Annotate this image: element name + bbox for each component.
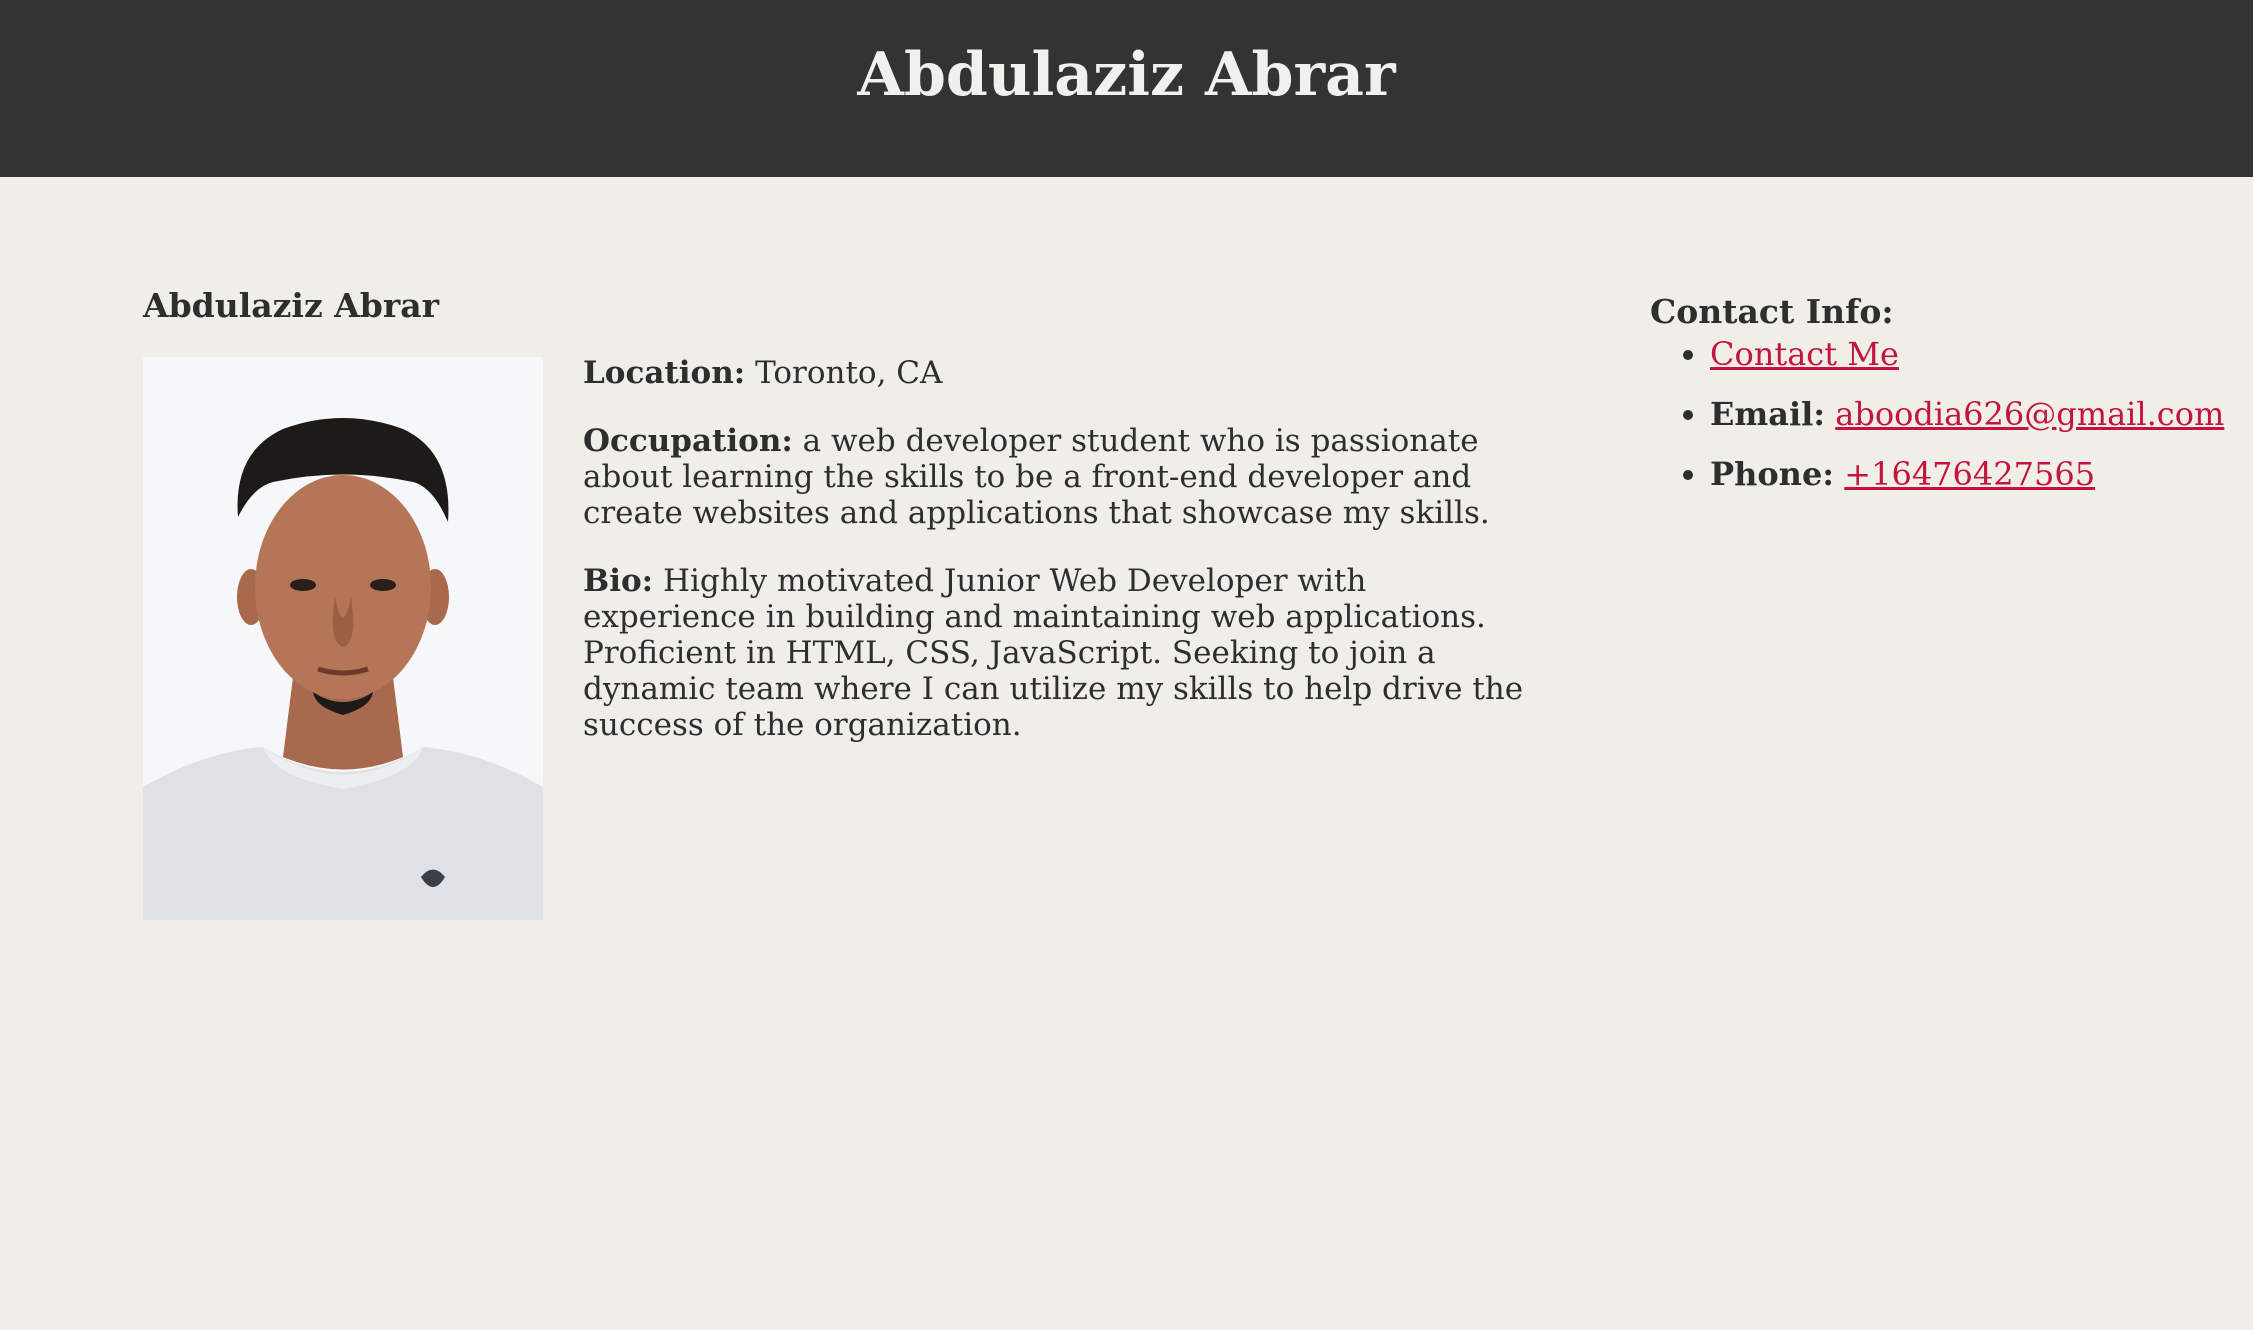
- email-label: Email:: [1710, 395, 1826, 433]
- contact-list: Contact Me Email: aboodia626@gmail.com P…: [1650, 335, 2250, 493]
- bio-label: Bio:: [583, 563, 654, 599]
- profile-name: Abdulaziz Abrar: [143, 286, 440, 325]
- site-title: Abdulaziz Abrar: [857, 40, 1396, 110]
- email-item: Email: aboodia626@gmail.com: [1710, 395, 2250, 433]
- occupation-row: Occupation: a web developer student who …: [583, 423, 1533, 531]
- location-row: Location: Toronto, CA: [583, 355, 1533, 391]
- location-value: Toronto, CA: [755, 355, 943, 391]
- site-header: Abdulaziz Abrar: [0, 0, 2253, 177]
- contact-heading: Contact Info:: [1650, 292, 1894, 331]
- profile-details: Location: Toronto, CA Occupation: a web …: [583, 355, 1533, 775]
- phone-label: Phone:: [1710, 455, 1835, 493]
- profile-photo: [143, 357, 543, 920]
- contact-me-item: Contact Me: [1710, 335, 2250, 373]
- phone-item: Phone: +16476427565: [1710, 455, 2250, 493]
- contact-info: Contact Info: Contact Me Email: aboodia6…: [1650, 292, 2250, 515]
- email-link[interactable]: aboodia626@gmail.com: [1835, 395, 2224, 433]
- phone-link[interactable]: +16476427565: [1844, 455, 2095, 493]
- occupation-label: Occupation:: [583, 423, 793, 459]
- bio-row: Bio: Highly motivated Junior Web Develop…: [583, 563, 1533, 743]
- location-label: Location:: [583, 355, 746, 391]
- contact-me-link[interactable]: Contact Me: [1710, 335, 1899, 373]
- bio-value: Highly motivated Junior Web Developer wi…: [583, 563, 1524, 743]
